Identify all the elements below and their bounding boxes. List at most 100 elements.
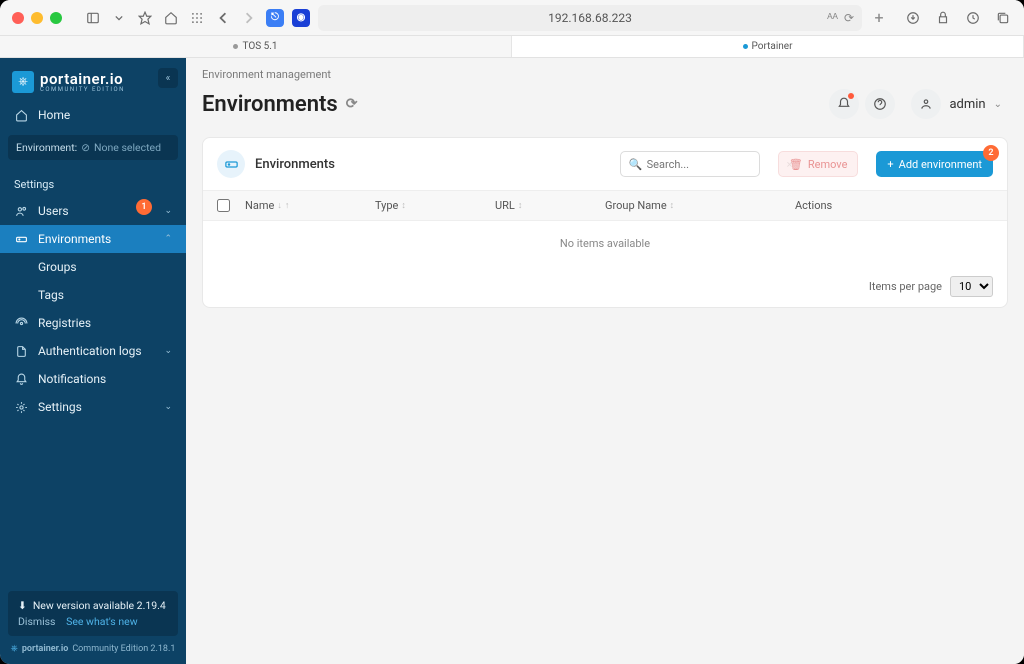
window-controls (12, 12, 62, 24)
chevron-down-icon: ⌄ (164, 206, 172, 216)
sort-icon: ↕ (670, 200, 675, 211)
search-input[interactable] (647, 158, 787, 171)
add-environment-button[interactable]: + Add environment 2 (876, 151, 993, 177)
chevron-up-icon: ⌃ (164, 234, 172, 244)
extension-badge-2[interactable]: ◉ (292, 9, 310, 27)
browser-tab-tos[interactable]: TOS 5.1 (0, 36, 512, 57)
empty-state: No items available (203, 221, 1007, 266)
sort-icon: ↕ (518, 200, 523, 211)
maximize-window-button[interactable] (50, 12, 62, 24)
col-group[interactable]: Group Name↕ (605, 199, 795, 212)
notifications-button[interactable] (829, 89, 859, 119)
environments-panel: Environments 🔍 × 🗑 Remove + Add environm… (202, 137, 1008, 308)
url-text: 192.168.68.223 (548, 11, 632, 25)
sidebar-item-label: Environments (38, 232, 111, 246)
downloads-icon[interactable] (904, 9, 922, 27)
tab-favicon (233, 44, 238, 49)
add-badge: 2 (983, 145, 999, 161)
logo[interactable]: ⎈ portainer.io COMMUNITY EDITION « (0, 58, 186, 101)
environment-selector[interactable]: Environment: ⊘ None selected (8, 135, 178, 160)
share-icon[interactable] (934, 9, 952, 27)
collapse-sidebar-button[interactable]: « (158, 68, 178, 88)
logo-small-icon: ⎈ (11, 644, 18, 654)
chevron-down-icon: ⌄ (164, 402, 172, 412)
search-box[interactable]: 🔍 × (620, 151, 760, 177)
reader-icon[interactable]: ᴬᴬ (827, 11, 838, 25)
sidebar-item-notifications[interactable]: Notifications (0, 365, 186, 393)
forward-button[interactable] (240, 9, 258, 27)
refresh-icon[interactable]: ⟳ (346, 96, 358, 112)
hard-drive-icon (14, 233, 28, 246)
home-icon[interactable] (162, 9, 180, 27)
sidebar-item-home[interactable]: Home (0, 101, 186, 129)
gear-icon (14, 401, 28, 414)
sidebar-footer: ⬇New version available 2.19.4 Dismiss Se… (0, 583, 186, 664)
sidebar-item-label: Users (38, 204, 69, 218)
download-icon: ⬇ (18, 599, 27, 612)
browser-tab-portainer[interactable]: Portainer (512, 36, 1024, 57)
star-icon[interactable] (136, 9, 154, 27)
panel-header: Environments 🔍 × 🗑 Remove + Add environm… (203, 138, 1007, 190)
col-url[interactable]: URL↕ (495, 199, 605, 212)
col-name[interactable]: Name↓↑ (245, 199, 375, 212)
remove-button[interactable]: 🗑 Remove (778, 151, 859, 177)
sidebar-toggle-icon[interactable] (84, 9, 102, 27)
plus-icon: + (887, 158, 893, 171)
page-title: Environments ⟳ (202, 92, 357, 117)
minimize-window-button[interactable] (31, 12, 43, 24)
new-tab-button[interactable]: + (870, 9, 888, 27)
sidebar: ⎈ portainer.io COMMUNITY EDITION « Home … (0, 58, 186, 664)
history-icon[interactable] (964, 9, 982, 27)
apps-grid-icon[interactable] (188, 9, 206, 27)
sidebar-item-settings[interactable]: Settings ⌄ (0, 393, 186, 421)
extension-badge-1[interactable]: ⎋ (266, 9, 284, 27)
sidebar-item-tags[interactable]: Tags (0, 281, 186, 309)
sidebar-item-label: Notifications (38, 372, 106, 386)
items-per-page-select[interactable]: 10 (950, 276, 993, 297)
panel-title: Environments (255, 157, 335, 172)
sidebar-item-label: Registries (38, 316, 91, 330)
sidebar-item-users[interactable]: Users 1 ⌄ (0, 197, 186, 225)
update-banner: ⬇New version available 2.19.4 Dismiss Se… (8, 591, 178, 636)
help-button[interactable] (865, 89, 895, 119)
reload-icon[interactable]: ⟳ (844, 11, 854, 25)
app-body: ⎈ portainer.io COMMUNITY EDITION « Home … (0, 58, 1024, 664)
dropdown-chevron-icon[interactable] (110, 9, 128, 27)
trash-icon: 🗑 (789, 158, 803, 171)
whats-new-link[interactable]: See what's new (66, 615, 138, 628)
hard-drive-icon (217, 150, 245, 178)
user-menu[interactable]: admin ⌄ (905, 85, 1008, 123)
title-bar: Environments ⟳ admin ⌄ (186, 83, 1024, 137)
dismiss-link[interactable]: Dismiss (18, 615, 55, 628)
sidebar-item-label: Home (38, 108, 70, 122)
sidebar-item-registries[interactable]: Registries (0, 309, 186, 337)
home-icon (14, 109, 28, 122)
chevron-down-icon: ⌄ (164, 346, 172, 356)
browser-window: ⎋ ◉ 192.168.68.223 ᴬᴬ ⟳ + TOS 5.1 Portai… (0, 0, 1024, 664)
sort-icon: ↕ (401, 200, 406, 211)
sort-icon: ↑ (285, 200, 290, 211)
address-bar[interactable]: 192.168.68.223 ᴬᴬ ⟳ (318, 5, 862, 31)
items-per-page-label: Items per page (869, 280, 942, 293)
sidebar-item-groups[interactable]: Groups (0, 253, 186, 281)
sidebar-item-label: Settings (38, 400, 82, 414)
table-header: Name↓↑ Type↕ URL↕ Group Name↕ Actions (203, 190, 1007, 221)
pagination: Items per page 10 (203, 266, 1007, 307)
close-window-button[interactable] (12, 12, 24, 24)
users-badge: 1 (136, 199, 152, 215)
sidebar-item-environments[interactable]: Environments ⌃ (0, 225, 186, 253)
col-type[interactable]: Type↕ (375, 199, 495, 212)
sidebar-item-label: Authentication logs (38, 344, 142, 358)
sidebar-section-settings: Settings (0, 166, 186, 197)
sidebar-item-authlogs[interactable]: Authentication logs ⌄ (0, 337, 186, 365)
file-icon (14, 345, 28, 358)
sort-desc-icon: ↓ (277, 200, 282, 211)
user-icon (911, 89, 941, 119)
select-all-checkbox[interactable] (217, 199, 245, 212)
back-button[interactable] (214, 9, 232, 27)
radio-icon (14, 317, 28, 330)
breadcrumb: Environment management (186, 58, 1024, 83)
tab-strip: TOS 5.1 Portainer (0, 36, 1024, 58)
logo-icon: ⎈ (12, 71, 34, 93)
tabs-icon[interactable] (994, 9, 1012, 27)
